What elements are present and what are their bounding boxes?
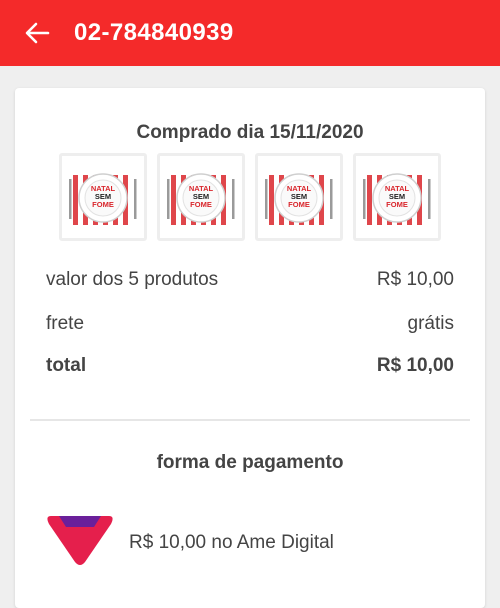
product-label-text: FOME (190, 200, 212, 209)
natal-sem-fome-image: NATALSEMFOME (265, 173, 333, 225)
order-number-title: 02-784840939 (74, 19, 234, 46)
back-button[interactable] (0, 0, 74, 66)
product-thumbnail[interactable]: NATAL SEM FOME (59, 153, 147, 241)
ame-digital-logo (45, 512, 129, 573)
product-thumbnails: NATAL SEM FOME NATAL SEM FOME NATAL SEM FOME N… (59, 153, 441, 241)
product-label-text: FOME (92, 200, 114, 209)
shipping-value: grátis (407, 313, 454, 334)
section-divider (30, 419, 470, 421)
products-value-label: valor dos 5 produtos (46, 269, 219, 290)
shipping-label: frete (46, 313, 85, 334)
arrow-left-icon (24, 22, 50, 44)
app-header: 02-784840939 (0, 0, 500, 66)
shipping-row: frete grátis (46, 313, 454, 335)
product-thumbnail[interactable]: NATAL SEM FOME (157, 153, 245, 241)
total-value: R$ 10,00 (376, 355, 454, 376)
products-value-amount: R$ 10,00 (376, 269, 454, 290)
product-thumbnail[interactable]: NATAL SEM FOME (353, 153, 441, 241)
natal-sem-fome-image: NATALSEMFOME (167, 173, 235, 225)
total-row: total R$ 10,00 (46, 355, 454, 377)
product-label-text: FOME (288, 200, 310, 209)
purchase-date: Comprado dia 15/11/2020 (136, 122, 364, 143)
order-details-card: Comprado dia 15/11/2020 NATAL SEM FOME NAT… (15, 88, 485, 608)
natal-sem-fome-image: NATALSEMFOME (69, 173, 137, 225)
payment-method: R$ 10,00 no Ame Digital (45, 512, 334, 573)
product-label-text: FOME (386, 200, 408, 209)
total-label: total (46, 355, 87, 376)
products-value-row: valor dos 5 produtos R$ 10,00 (46, 269, 454, 291)
product-thumbnail[interactable]: NATAL SEM FOME (255, 153, 343, 241)
payment-method-text: R$ 10,00 no Ame Digital (129, 531, 334, 553)
natal-sem-fome-image: NATALSEMFOME (363, 173, 431, 225)
payment-section-title: forma de pagamento (156, 452, 344, 473)
